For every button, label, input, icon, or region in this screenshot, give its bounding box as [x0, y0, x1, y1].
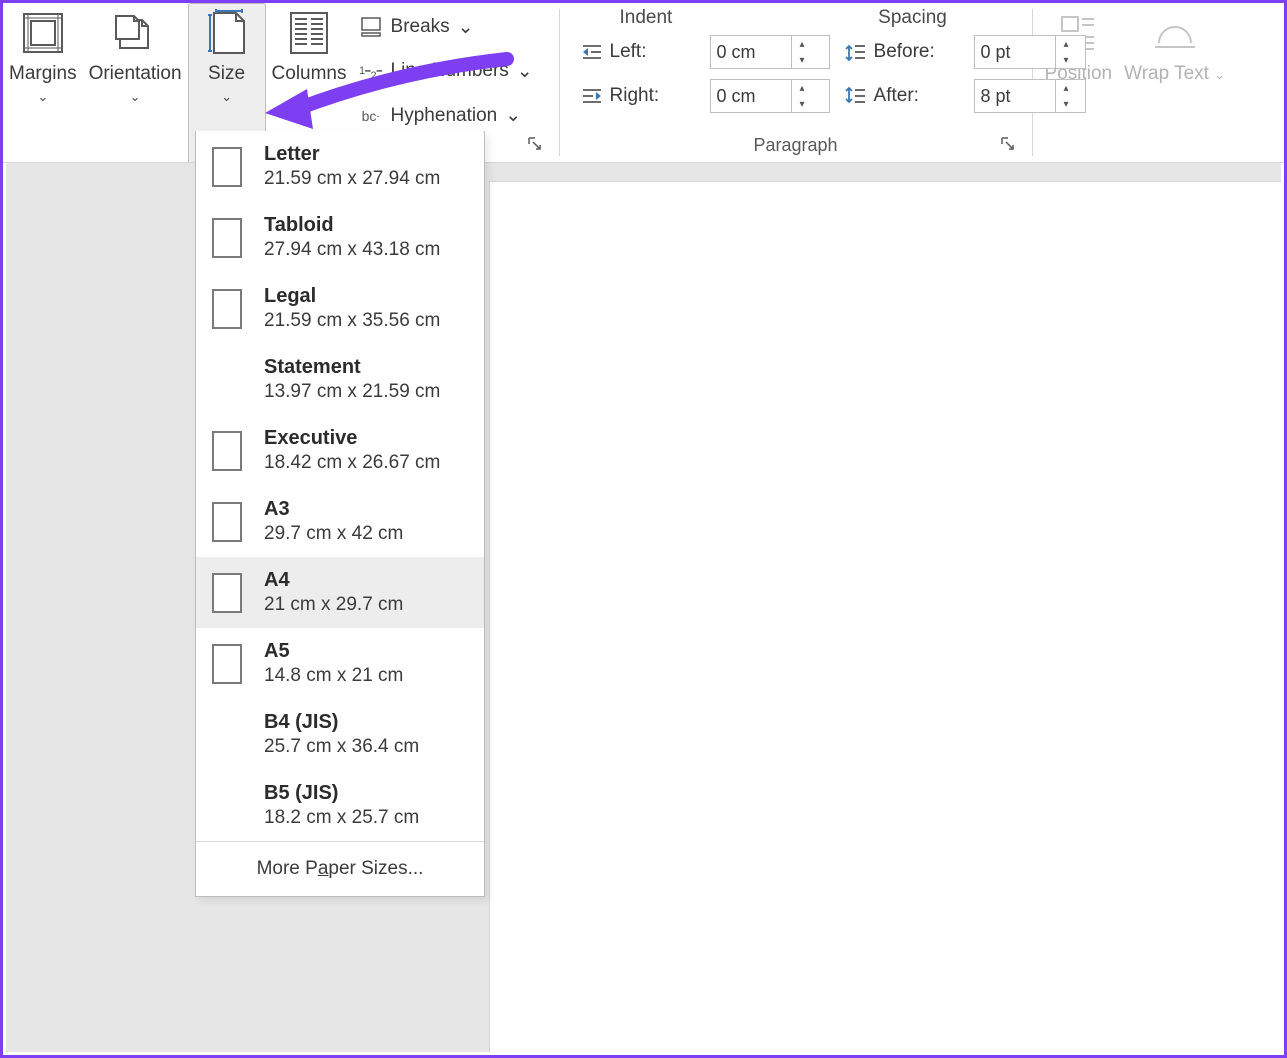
- size-name: Legal: [264, 285, 440, 308]
- hyphenation-icon: bc-: [359, 104, 383, 128]
- size-dims: 21 cm x 29.7 cm: [264, 594, 403, 616]
- size-icon: [203, 9, 251, 57]
- breaks-label: Breaks: [391, 16, 450, 38]
- breaks-icon: [359, 15, 383, 39]
- document-page[interactable]: [489, 181, 1281, 1052]
- spacing-after-icon: [844, 84, 868, 108]
- indent-right-icon: [580, 84, 604, 108]
- size-option-legal[interactable]: Legal21.59 cm x 35.56 cm: [196, 273, 484, 344]
- size-name: B5 (JIS): [264, 782, 419, 805]
- breaks-button[interactable]: Breaks ⌄: [359, 9, 547, 45]
- columns-icon: [285, 9, 333, 57]
- more-paper-sizes[interactable]: More Paper Sizes...: [196, 841, 484, 896]
- chevron-down-icon: ⌄: [37, 89, 48, 105]
- columns-label: Columns: [272, 63, 347, 85]
- margins-button[interactable]: Margins ⌄: [3, 3, 83, 162]
- line-numbers-label: Line Numbers: [391, 60, 509, 82]
- size-dims: 21.59 cm x 27.94 cm: [264, 168, 440, 190]
- margins-label: Margins: [9, 63, 77, 85]
- margins-icon: [19, 9, 67, 57]
- size-dims: 18.42 cm x 26.67 cm: [264, 452, 440, 474]
- wrap-text-label: Wrap Text ⌄: [1124, 63, 1225, 85]
- size-dims: 29.7 cm x 42 cm: [264, 523, 403, 545]
- orientation-icon: [111, 9, 159, 57]
- spacing-after-label: After:: [874, 85, 968, 107]
- spacing-before-label: Before:: [874, 41, 968, 63]
- size-dims: 18.2 cm x 25.7 cm: [264, 807, 419, 829]
- indent-right-input[interactable]: [711, 86, 791, 107]
- chevron-down-icon: ⌄: [458, 16, 474, 39]
- chevron-down-icon: ⌄: [505, 104, 521, 127]
- chevron-down-icon: ⌄: [221, 89, 232, 105]
- paragraph-launcher[interactable]: [1000, 136, 1016, 152]
- spacing-after-input[interactable]: [975, 86, 1055, 107]
- size-dims: 14.8 cm x 21 cm: [264, 665, 403, 687]
- size-option-a4[interactable]: A421 cm x 29.7 cm: [196, 557, 484, 628]
- size-label: Size: [208, 63, 245, 85]
- spinner[interactable]: ▴▾: [1055, 80, 1077, 112]
- paragraph-group: Indent Spacing Left: ▴▾ Right:: [566, 3, 1026, 162]
- size-option-tabloid[interactable]: Tabloid27.94 cm x 43.18 cm: [196, 202, 484, 273]
- line-numbers-icon: 1━2━: [359, 59, 383, 83]
- hyphenation-button[interactable]: bc- Hyphenation ⌄: [359, 98, 547, 134]
- separator: [559, 9, 560, 156]
- chevron-down-icon: ⌄: [517, 60, 533, 83]
- spinner[interactable]: ▴▾: [791, 80, 813, 112]
- indent-left-icon: [580, 40, 604, 64]
- wrap-text-icon: [1151, 9, 1199, 57]
- size-name: A4: [264, 569, 403, 592]
- spacing-after-field[interactable]: ▴▾: [974, 79, 1086, 113]
- spacing-before-field[interactable]: ▴▾: [974, 35, 1086, 69]
- page-thumb-icon: [210, 500, 244, 544]
- orientation-button[interactable]: Orientation ⌄: [83, 3, 188, 162]
- page-thumb-icon: [210, 571, 244, 615]
- size-dropdown: Letter21.59 cm x 27.94 cmTabloid27.94 cm…: [195, 131, 485, 897]
- page-thumb-icon: [210, 145, 244, 189]
- size-option-b5-jis-[interactable]: B5 (JIS)18.2 cm x 25.7 cm: [196, 770, 484, 841]
- size-option-executive[interactable]: Executive18.42 cm x 26.67 cm: [196, 415, 484, 486]
- spinner[interactable]: ▴▾: [1055, 36, 1077, 68]
- size-dims: 25.7 cm x 36.4 cm: [264, 736, 419, 758]
- paragraph-group-label: Paragraph: [566, 135, 1026, 156]
- page-thumb-icon: [210, 287, 244, 331]
- wrap-text-button: Wrap Text ⌄ ⌄: [1118, 3, 1231, 162]
- size-option-b4-jis-[interactable]: B4 (JIS)25.7 cm x 36.4 cm: [196, 699, 484, 770]
- spacing-before-input[interactable]: [975, 42, 1055, 63]
- spinner[interactable]: ▴▾: [791, 36, 813, 68]
- size-name: A5: [264, 640, 403, 663]
- chevron-down-icon: ⌄: [304, 89, 315, 105]
- spacing-before-icon: [844, 40, 868, 64]
- orientation-label: Orientation: [89, 63, 182, 85]
- size-name: B4 (JIS): [264, 711, 419, 734]
- line-numbers-button[interactable]: 1━2━ Line Numbers ⌄: [359, 53, 547, 89]
- page-thumb-icon: [210, 429, 244, 473]
- page-thumb-icon: [210, 216, 244, 260]
- size-name: Executive: [264, 427, 440, 450]
- page-thumb-icon: [210, 642, 244, 686]
- size-name: Statement: [264, 356, 440, 379]
- page-setup-launcher[interactable]: [527, 136, 543, 152]
- size-dims: 13.97 cm x 21.59 cm: [264, 381, 440, 403]
- size-dims: 21.59 cm x 35.56 cm: [264, 310, 440, 332]
- size-option-a3[interactable]: A329.7 cm x 42 cm: [196, 486, 484, 557]
- spacing-header: Spacing: [810, 7, 1016, 29]
- indent-left-field[interactable]: ▴▾: [710, 35, 830, 69]
- size-name: Tabloid: [264, 214, 440, 237]
- indent-right-label: Right:: [610, 85, 704, 107]
- chevron-down-icon: ⌄: [130, 89, 141, 105]
- indent-header: Indent: [580, 7, 810, 29]
- size-option-statement[interactable]: Statement13.97 cm x 21.59 cm: [196, 344, 484, 415]
- size-option-a5[interactable]: A514.8 cm x 21 cm: [196, 628, 484, 699]
- size-dims: 27.94 cm x 43.18 cm: [264, 239, 440, 261]
- size-option-letter[interactable]: Letter21.59 cm x 27.94 cm: [196, 131, 484, 202]
- indent-right-field[interactable]: ▴▾: [710, 79, 830, 113]
- indent-left-label: Left:: [610, 41, 704, 63]
- hyphenation-label: Hyphenation: [391, 105, 498, 127]
- size-name: A3: [264, 498, 403, 521]
- size-name: Letter: [264, 143, 440, 166]
- indent-left-input[interactable]: [711, 42, 791, 63]
